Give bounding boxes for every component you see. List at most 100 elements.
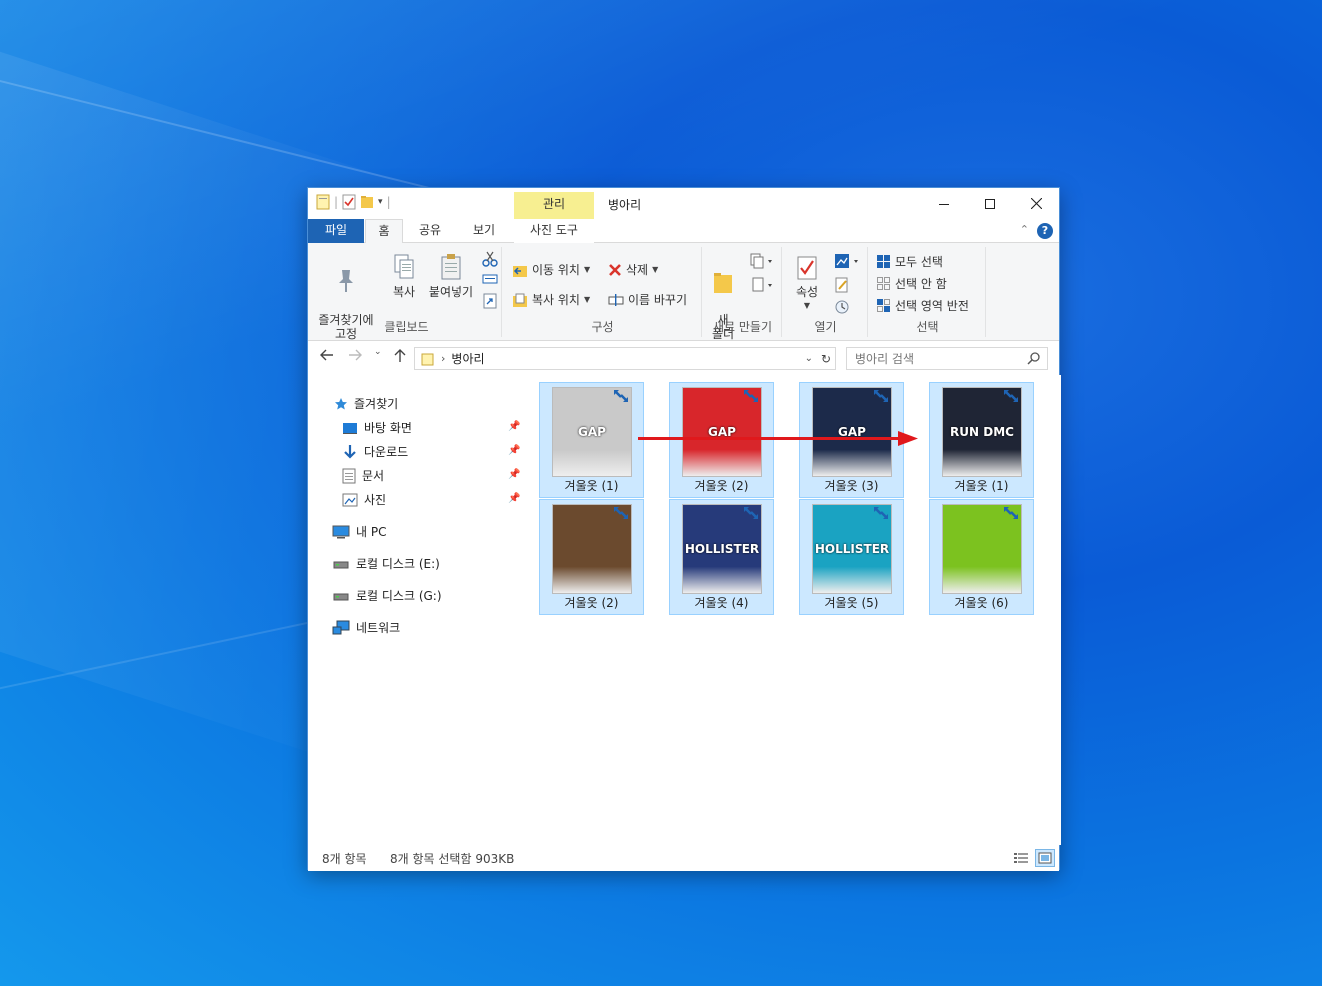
pin-icon bbox=[339, 270, 353, 292]
file-item[interactable]: HOLLISTER 겨울옷 (4) bbox=[669, 499, 774, 615]
properties-label: 속성 bbox=[795, 285, 819, 299]
copy-label: 복사 bbox=[392, 285, 416, 299]
invert-selection-button[interactable]: 선택 영역 반전 bbox=[876, 297, 969, 314]
pin-icon: 📌 bbox=[508, 469, 521, 480]
forward-arrow-icon bbox=[349, 349, 362, 361]
history-icon[interactable] bbox=[834, 299, 850, 315]
copy-button[interactable]: 복사 bbox=[384, 253, 424, 299]
address-path-text: 병아리 bbox=[451, 352, 485, 366]
tab-share[interactable]: 공유 bbox=[410, 219, 450, 243]
recent-locations-icon[interactable]: ⌄ bbox=[374, 347, 382, 357]
close-icon bbox=[1030, 198, 1042, 209]
tab-home[interactable]: 홈 bbox=[365, 219, 403, 244]
minimize-button[interactable] bbox=[921, 188, 967, 219]
paste-label: 붙여넣기 bbox=[428, 285, 474, 299]
tab-photo-tools[interactable]: 사진 도구 bbox=[514, 219, 594, 243]
delete-button[interactable]: 삭제 ▼ bbox=[608, 261, 658, 278]
copy-to-label: 복사 위치 bbox=[532, 293, 580, 307]
move-to-icon bbox=[513, 265, 527, 277]
sidebar-item-this-pc[interactable]: 내 PC bbox=[332, 523, 386, 540]
sidebar-label: 다운로드 bbox=[364, 445, 409, 459]
details-view-icon bbox=[1014, 853, 1028, 863]
quick-access-dropdown-icon[interactable]: ▾ bbox=[378, 197, 383, 207]
open-icon[interactable] bbox=[834, 253, 862, 269]
sidebar-label: 바탕 화면 bbox=[364, 421, 412, 435]
ribbon: 즐겨찾기에 고정 복사 붙여넣기 클립보드 이동 위치 ▼ 복사 위치 ▼ 삭제… bbox=[308, 243, 1059, 341]
tab-view[interactable]: 보기 bbox=[464, 219, 504, 243]
delete-label: 삭제 bbox=[626, 263, 649, 277]
tab-file[interactable]: 파일 bbox=[308, 219, 364, 243]
address-box[interactable]: › 병아리 ⌄ ↻ bbox=[414, 347, 836, 370]
refresh-icon[interactable]: ↻ bbox=[821, 352, 831, 366]
paste-icon bbox=[441, 254, 461, 280]
copy-to-button[interactable]: 복사 위치 ▼ bbox=[512, 291, 590, 308]
select-none-button[interactable]: 선택 안 함 bbox=[876, 275, 947, 292]
open-group-label: 열기 bbox=[814, 320, 837, 334]
sync-status-icon bbox=[1004, 390, 1018, 402]
minimize-icon bbox=[939, 203, 949, 205]
new-item-icon[interactable] bbox=[750, 253, 776, 269]
sidebar-item-favorites[interactable]: 즐겨찾기 bbox=[334, 395, 398, 412]
download-icon bbox=[344, 444, 356, 459]
easy-access-icon[interactable] bbox=[750, 277, 776, 293]
sidebar-item-downloads[interactable]: 다운로드 bbox=[342, 443, 408, 460]
organize-group-label: 구성 bbox=[591, 320, 614, 334]
large-icons-view-icon bbox=[1038, 852, 1052, 864]
sidebar-item-documents[interactable]: 문서 bbox=[342, 467, 384, 484]
view-switcher bbox=[1011, 849, 1055, 867]
close-button[interactable] bbox=[1013, 188, 1059, 219]
ribbon-tabs: 파일 홈 공유 보기 사진 도구 ⌃ ? bbox=[308, 219, 1059, 244]
help-icon[interactable]: ? bbox=[1037, 223, 1053, 239]
back-button[interactable] bbox=[320, 349, 334, 365]
file-name: 겨울옷 (3) bbox=[824, 479, 879, 493]
drive-icon bbox=[333, 561, 349, 568]
sync-status-icon bbox=[614, 507, 628, 519]
file-item[interactable]: 겨울옷 (6) bbox=[929, 499, 1034, 615]
paste-button[interactable]: 붙여넣기 bbox=[426, 253, 476, 299]
sidebar-label: 로컬 디스크 (G:) bbox=[356, 589, 442, 603]
maximize-button[interactable] bbox=[967, 188, 1013, 219]
up-button[interactable] bbox=[394, 349, 406, 367]
copy-to-icon bbox=[513, 293, 527, 307]
file-item[interactable]: HOLLISTER 겨울옷 (5) bbox=[799, 499, 904, 615]
sidebar-item-drive-g[interactable]: 로컬 디스크 (G:) bbox=[332, 587, 442, 604]
search-input[interactable]: 병아리 검색 bbox=[846, 347, 1048, 370]
sidebar-label: 즐겨찾기 bbox=[354, 397, 399, 411]
paste-shortcut-icon[interactable] bbox=[482, 293, 498, 309]
properties-button[interactable]: 속성 ▼ bbox=[788, 255, 826, 313]
file-item[interactable]: 겨울옷 (2) bbox=[539, 499, 644, 615]
rename-button[interactable]: 이름 바꾸기 bbox=[608, 291, 687, 308]
sidebar-item-pictures[interactable]: 사진 bbox=[342, 491, 386, 508]
properties-icon[interactable] bbox=[316, 194, 330, 210]
sidebar-item-network[interactable]: 네트워크 bbox=[332, 619, 400, 636]
dropdown-arrow-icon: ▼ bbox=[583, 295, 591, 304]
folder-icon[interactable] bbox=[360, 194, 374, 210]
star-icon bbox=[335, 397, 347, 409]
separator: | bbox=[386, 195, 391, 209]
dropdown-arrow-icon: ▼ bbox=[583, 265, 591, 274]
address-dropdown-icon[interactable]: ⌄ bbox=[805, 353, 813, 364]
collapse-ribbon-icon[interactable]: ⌃ bbox=[1020, 223, 1029, 236]
checklist-icon[interactable] bbox=[342, 194, 356, 210]
pictures-icon bbox=[342, 493, 358, 506]
move-to-button[interactable]: 이동 위치 ▼ bbox=[512, 261, 590, 278]
file-item[interactable]: RUN DMC 겨울옷 (1) bbox=[929, 382, 1034, 498]
forward-button[interactable] bbox=[348, 349, 362, 365]
invert-selection-label: 선택 영역 반전 bbox=[895, 299, 969, 313]
sidebar-label: 문서 bbox=[362, 469, 385, 483]
edit-icon[interactable] bbox=[834, 277, 850, 293]
new-folder-icon bbox=[714, 273, 732, 293]
sidebar-item-desktop[interactable]: 바탕 화면 bbox=[342, 419, 412, 436]
file-item[interactable]: GAP 겨울옷 (1) bbox=[539, 382, 644, 498]
drive-icon bbox=[333, 593, 349, 600]
window-controls bbox=[921, 188, 1059, 219]
cut-icon[interactable] bbox=[482, 251, 498, 267]
select-all-button[interactable]: 모두 선택 bbox=[876, 253, 943, 270]
details-view-button[interactable] bbox=[1011, 849, 1031, 867]
sync-status-icon bbox=[1004, 507, 1018, 519]
large-icons-view-button[interactable] bbox=[1035, 849, 1055, 867]
copy-path-icon[interactable] bbox=[482, 273, 498, 285]
delete-icon bbox=[609, 263, 621, 276]
invert-selection-icon bbox=[877, 299, 890, 312]
sidebar-item-drive-e[interactable]: 로컬 디스크 (E:) bbox=[332, 555, 440, 572]
